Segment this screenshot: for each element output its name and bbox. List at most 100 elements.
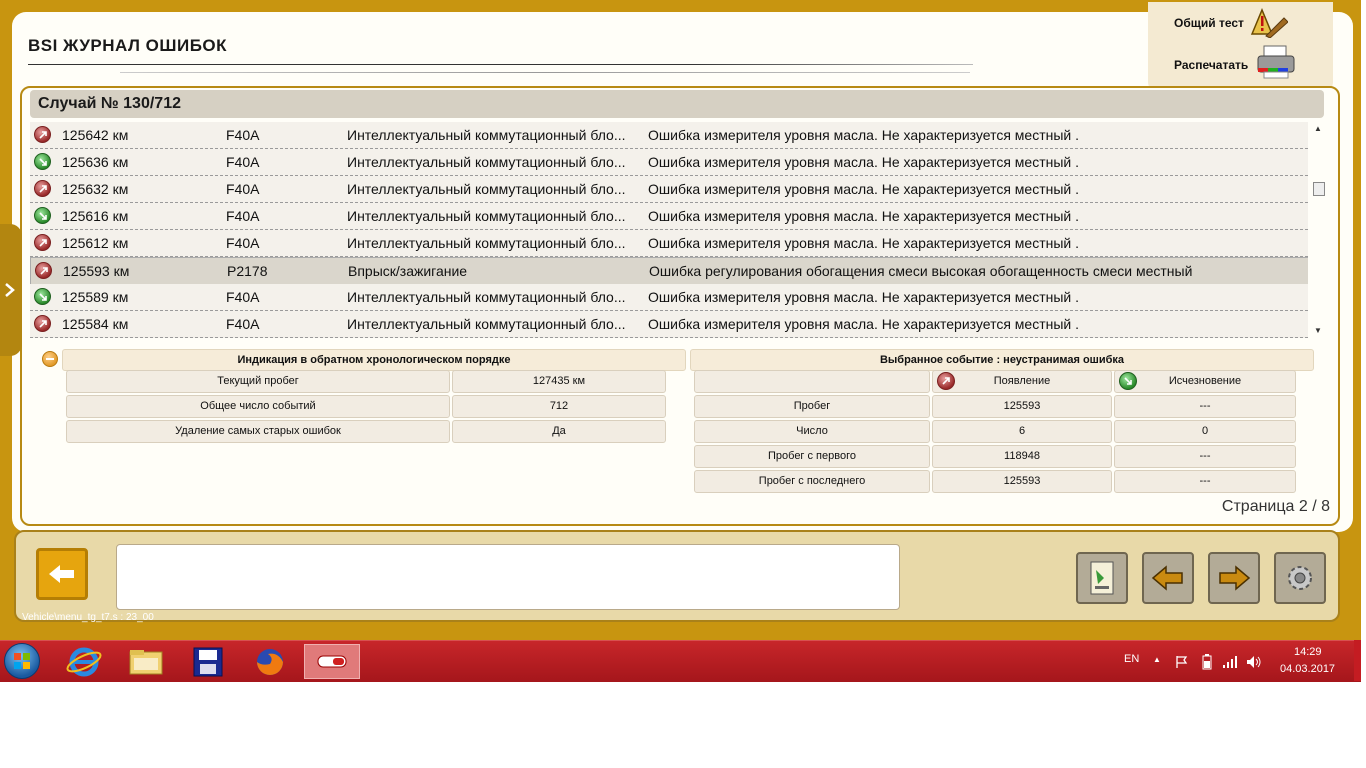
fault-description: Ошибка измерителя уровня масла. Не харак… bbox=[648, 208, 1080, 224]
fault-code: F40A bbox=[226, 289, 260, 305]
event-col-disappearance: Исчезновение bbox=[1114, 370, 1296, 393]
fault-system: Впрыск/зажигание bbox=[348, 263, 468, 279]
back-button[interactable] bbox=[36, 548, 88, 600]
fault-row[interactable]: 125632 км F40A Интеллектуальный коммутац… bbox=[30, 176, 1308, 203]
internet-explorer-icon[interactable] bbox=[56, 644, 112, 679]
general-test-label: Общий тест bbox=[1174, 16, 1244, 30]
save-icon[interactable] bbox=[180, 644, 236, 679]
next-page-button[interactable] bbox=[1208, 552, 1260, 604]
summary-value: 127435 км bbox=[452, 370, 666, 393]
fault-mileage: 125589 км bbox=[62, 289, 129, 305]
summary-label: Удаление самых старых ошибок bbox=[66, 420, 450, 443]
event-row-label: Число bbox=[694, 420, 930, 443]
start-button[interactable] bbox=[4, 643, 40, 679]
event-row-appearance: 6 bbox=[932, 420, 1112, 443]
volume-icon[interactable] bbox=[1246, 655, 1262, 669]
arrow-left-icon bbox=[1151, 565, 1183, 591]
fault-code: F40A bbox=[226, 154, 260, 170]
battery-icon[interactable] bbox=[1202, 654, 1212, 670]
appearance-icon bbox=[937, 372, 955, 390]
summary-title: Индикация в обратном хронологическом пор… bbox=[62, 349, 686, 371]
summary-value: Да bbox=[452, 420, 666, 443]
signal-icon[interactable] bbox=[1222, 655, 1238, 669]
event-row-disappearance: --- bbox=[1114, 470, 1296, 493]
fault-system: Интеллектуальный коммутационный бло... bbox=[347, 235, 626, 251]
title-underline-secondary bbox=[120, 72, 970, 73]
fault-code: F40A bbox=[226, 235, 260, 251]
event-row-appearance: 125593 bbox=[932, 395, 1112, 418]
settings-button[interactable] bbox=[1274, 552, 1326, 604]
event-title: Выбранное событие : неустранимая ошибка bbox=[690, 349, 1314, 371]
fault-row-selected[interactable]: 125593 км P2178 Впрыск/зажигание Ошибка … bbox=[30, 257, 1308, 285]
arrow-right-icon bbox=[1219, 565, 1251, 591]
disappearance-icon bbox=[34, 288, 51, 305]
fault-code: P2178 bbox=[227, 263, 268, 279]
appearance-icon bbox=[35, 262, 52, 279]
fault-mileage: 125632 км bbox=[62, 181, 129, 197]
scroll-down-arrow-icon[interactable]: ▼ bbox=[1314, 326, 1322, 335]
previous-page-button[interactable] bbox=[1142, 552, 1194, 604]
tray-up-arrow-icon[interactable]: ▲ bbox=[1153, 655, 1161, 664]
fault-mileage: 125612 км bbox=[62, 235, 129, 251]
status-path: Vehicle\menu_tg_t7.s : 23_00 bbox=[22, 612, 154, 623]
appearance-icon bbox=[34, 126, 51, 143]
event-row-label: Пробег с первого bbox=[694, 445, 930, 468]
windows-logo-icon bbox=[14, 653, 30, 669]
fault-description: Ошибка измерителя уровня масла. Не харак… bbox=[648, 181, 1080, 197]
fault-list: 125642 км F40A Интеллектуальный коммутац… bbox=[30, 122, 1308, 338]
chevron-right-icon bbox=[5, 283, 15, 297]
summary-value: 712 bbox=[452, 395, 666, 418]
document-icon bbox=[1090, 561, 1114, 595]
title-underline bbox=[28, 64, 973, 65]
bottom-toolbar bbox=[14, 530, 1340, 622]
print-button[interactable]: Распечатать bbox=[1148, 45, 1333, 82]
diagbox-app-icon[interactable] bbox=[304, 644, 360, 679]
disappearance-icon bbox=[34, 153, 51, 170]
side-expand-tab[interactable] bbox=[0, 224, 22, 356]
clock-date[interactable]: 04.03.2017 bbox=[1280, 663, 1335, 675]
event-row-appearance: 118948 bbox=[932, 445, 1112, 468]
firefox-icon[interactable] bbox=[242, 644, 298, 679]
scroll-thumb[interactable] bbox=[1313, 182, 1325, 196]
fault-system: Интеллектуальный коммутационный бло... bbox=[347, 127, 626, 143]
fault-row[interactable]: 125612 км F40A Интеллектуальный коммутац… bbox=[30, 230, 1308, 257]
show-desktop-button[interactable] bbox=[1354, 640, 1361, 681]
page-title: BSI ЖУРНАЛ ОШИБОК bbox=[28, 36, 228, 55]
fault-row[interactable]: 125642 км F40A Интеллектуальный коммутац… bbox=[30, 122, 1308, 149]
fault-row[interactable]: 125589 км F40A Интеллектуальный коммутац… bbox=[30, 284, 1308, 311]
fault-mileage: 125636 км bbox=[62, 154, 129, 170]
event-col-appearance: Появление bbox=[932, 370, 1112, 393]
fault-description: Ошибка измерителя уровня масла. Не харак… bbox=[648, 316, 1080, 332]
collapse-icon[interactable] bbox=[42, 351, 58, 367]
scroll-up-arrow-icon[interactable]: ▲ bbox=[1314, 124, 1322, 133]
fault-description: Ошибка измерителя уровня масла. Не харак… bbox=[648, 235, 1080, 251]
fault-code: F40A bbox=[226, 127, 260, 143]
page-indicator: Страница 2 / 8 bbox=[1221, 498, 1330, 515]
fault-description: Ошибка измерителя уровня масла. Не харак… bbox=[648, 289, 1080, 305]
fault-row[interactable]: 125584 км F40A Интеллектуальный коммутац… bbox=[30, 311, 1308, 338]
general-test-button[interactable]: Общий тест bbox=[1148, 6, 1333, 40]
event-row-disappearance: --- bbox=[1114, 445, 1296, 468]
appearance-icon bbox=[34, 315, 51, 332]
fault-list-scrollbar[interactable]: ▲ ▼ bbox=[1312, 122, 1326, 338]
print-label: Распечатать bbox=[1174, 58, 1249, 72]
fault-system: Интеллектуальный коммутационный бло... bbox=[347, 208, 626, 224]
language-indicator[interactable]: EN bbox=[1124, 653, 1139, 665]
app-window: BSI ЖУРНАЛ ОШИБОК Общий тест Распечатать bbox=[0, 0, 1361, 640]
fault-system: Интеллектуальный коммутационный бло... bbox=[347, 289, 626, 305]
gear-icon bbox=[1288, 566, 1312, 590]
document-button[interactable] bbox=[1076, 552, 1128, 604]
fault-code: F40A bbox=[226, 208, 260, 224]
event-row-appearance: 125593 bbox=[932, 470, 1112, 493]
file-explorer-icon[interactable] bbox=[118, 644, 174, 679]
clock-time[interactable]: 14:29 bbox=[1294, 646, 1322, 658]
event-row-label: Пробег bbox=[694, 395, 930, 418]
flag-icon[interactable] bbox=[1175, 655, 1189, 669]
fault-log-panel: Случай № 130/712 125642 км F40A Интеллек… bbox=[20, 86, 1340, 526]
case-header: Случай № 130/712 bbox=[30, 90, 1324, 118]
fault-row[interactable]: 125616 км F40A Интеллектуальный коммутац… bbox=[30, 203, 1308, 230]
warning-icon bbox=[1248, 6, 1289, 43]
fault-system: Интеллектуальный коммутационный бло... bbox=[347, 154, 626, 170]
summary-label: Общее число событий bbox=[66, 395, 450, 418]
fault-row[interactable]: 125636 км F40A Интеллектуальный коммутац… bbox=[30, 149, 1308, 176]
